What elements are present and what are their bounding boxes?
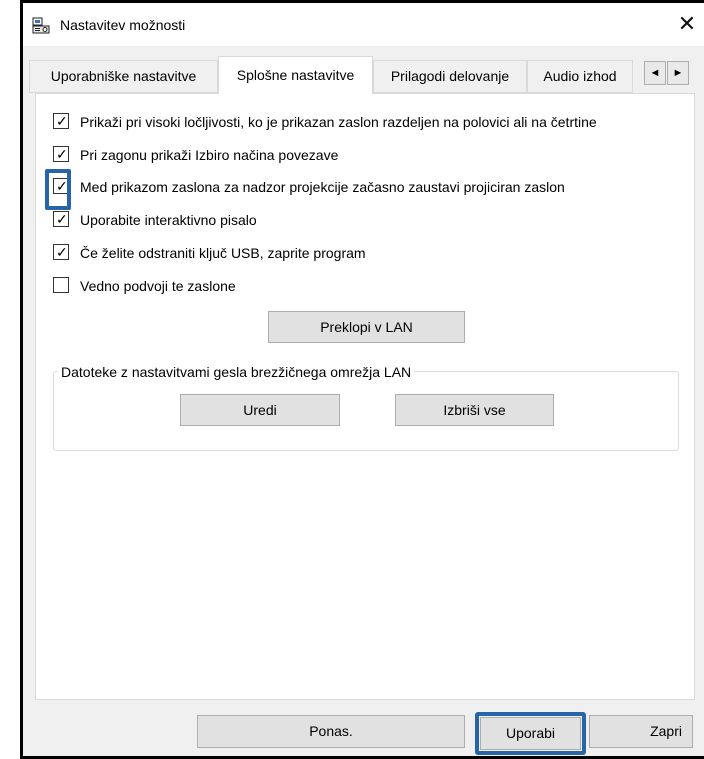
checkmark-icon: ✓ (56, 146, 68, 162)
checkbox[interactable]: ✓ (53, 113, 69, 129)
tab-audio-output[interactable]: Audio izhod (527, 60, 633, 93)
option-label: Pri zagonu prikaži Izbiro načina povezav… (80, 147, 339, 163)
window-title: Nastavitev možnosti (60, 17, 186, 33)
switch-to-lan-button[interactable]: Preklopi v LAN (268, 311, 465, 343)
tab-adjust-operation[interactable]: Prilagodi delovanje (373, 60, 527, 93)
title-bar: Nastavitev možnosti ✕ (23, 3, 704, 46)
checkmark-icon: ✓ (56, 244, 68, 260)
option-label: Prikaži pri visoki ločljivosti, ko je pr… (80, 114, 597, 130)
options-dialog: Nastavitev možnosti ✕ Uporabniške nastav… (23, 3, 704, 756)
edit-button[interactable]: Uredi (180, 394, 340, 426)
close-icon[interactable]: ✕ (675, 11, 699, 37)
wireless-lan-password-group (53, 371, 679, 451)
window-frame-left (0, 0, 22, 759)
option-label: Če želite odstraniti ključ USB, zaprite … (80, 245, 366, 261)
highlight-frame-apply (475, 712, 586, 755)
checkbox[interactable]: ✓ (53, 244, 69, 260)
reset-button[interactable]: Ponas. (197, 715, 465, 748)
checkbox[interactable] (53, 277, 69, 293)
option-label: Uporabite interaktivno pisalo (80, 212, 257, 228)
option-label: Vedno podvoji te zaslone (80, 278, 236, 294)
projector-app-icon (32, 17, 50, 34)
highlight-frame-checkbox (45, 169, 71, 210)
tab-scroll-left-icon[interactable]: ◄ (644, 61, 666, 85)
tab-user-settings[interactable]: Uporabniške nastavitve (29, 60, 218, 93)
checkmark-icon: ✓ (56, 211, 68, 227)
option-label: Med prikazom zaslona za nadzor projekcij… (80, 179, 565, 195)
checkbox[interactable]: ✓ (53, 211, 69, 227)
tab-general-settings[interactable]: Splošne nastavitve (218, 56, 373, 94)
checkbox[interactable]: ✓ (53, 146, 69, 162)
tab-scroll-right-icon[interactable]: ► (667, 61, 689, 85)
delete-all-button[interactable]: Izbriši vse (395, 394, 554, 426)
checkmark-icon: ✓ (56, 113, 68, 129)
group-label: Datoteke z nastavitvami gesla brezžičneg… (58, 364, 415, 380)
close-button[interactable]: Zapri (589, 715, 693, 748)
